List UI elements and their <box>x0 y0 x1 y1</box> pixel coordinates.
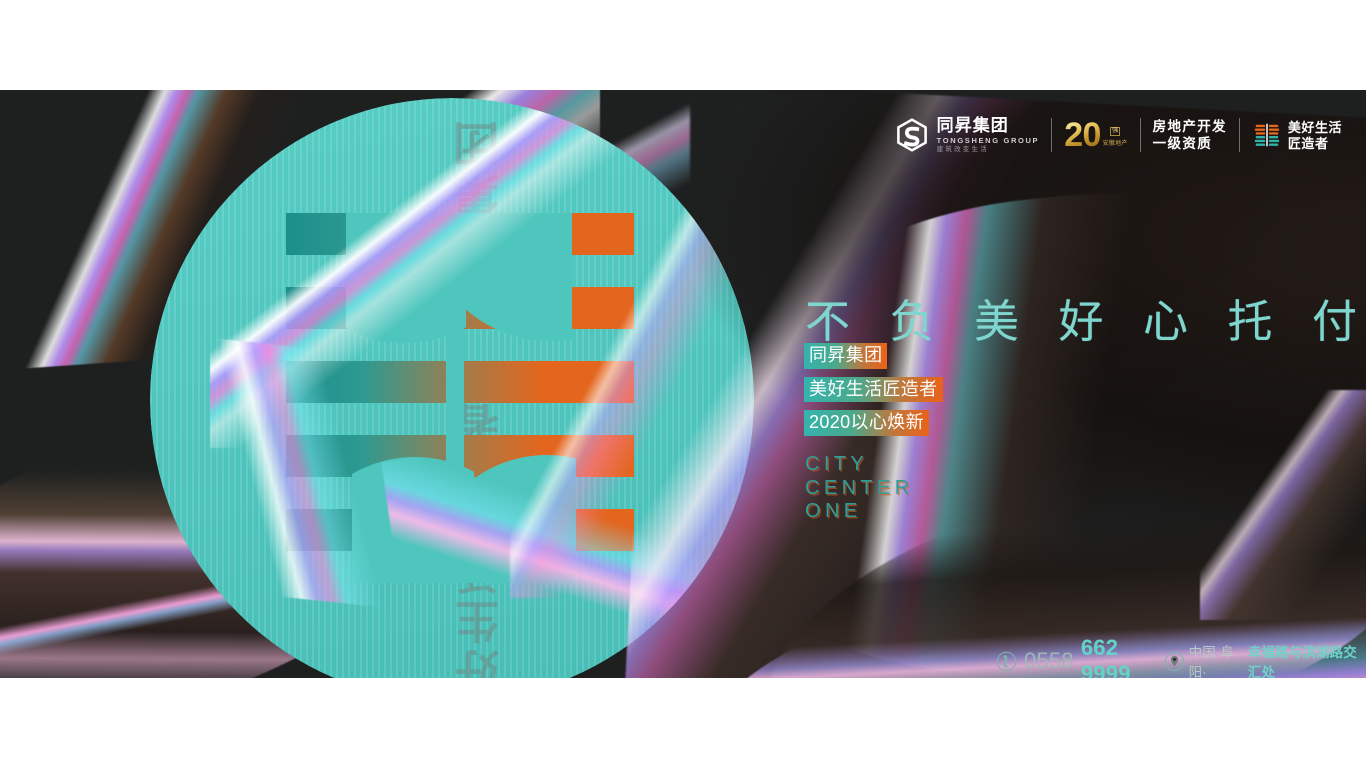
poster-canvas: 同昇集团 美好生活匠造者 <box>0 90 1366 678</box>
qualification-line-2: 一级资质 <box>1152 136 1213 151</box>
iridescent-ribbon-far-right <box>1200 390 1366 620</box>
butterfly-mark-icon <box>1254 123 1280 147</box>
anniversary-badge: 20 强 安徽地产 <box>1064 115 1128 154</box>
hero-circle: 同昇集团 美好生活匠造者 <box>150 98 754 678</box>
company-logo: 同昇集团 TONGSHENG GROUP 建筑改变生活 <box>895 117 1040 154</box>
life-brand-line-2: 匠造者 <box>1287 135 1329 151</box>
company-logo-text: 同昇集团 TONGSHENG GROUP 建筑改变生活 <box>937 117 1040 154</box>
anniversary-caption: 安徽地产 <box>1102 141 1128 148</box>
brand-bar-divider-2 <box>1139 118 1141 152</box>
life-brand-line-1: 美好生活 <box>1287 119 1342 135</box>
tagline-3: 2020以心焕新 <box>804 410 929 437</box>
anniversary-number: 20 <box>1064 115 1101 154</box>
address-group: 中国·阜阳· 幸福路与滨湖路交汇处 <box>1164 641 1366 678</box>
iridescent-ribbon-right-arc <box>667 165 1366 678</box>
brand-bar-divider-1 <box>1051 118 1053 152</box>
qualification-line-1: 房地产开发 <box>1152 118 1227 134</box>
tagline-1: 同昇集团 <box>804 343 888 369</box>
address-prefix: 中国·阜阳· <box>1188 645 1235 678</box>
tagline-2: 美好生活匠造者 <box>804 376 943 403</box>
anniversary-badge-label: 强 <box>1110 126 1121 137</box>
phone-group: 0558 662 9999 <box>996 635 1154 678</box>
qualification-block: 房地产开发 一级资质 <box>1152 118 1227 151</box>
brand-bar-divider-3 <box>1238 118 1240 152</box>
project-name-line-1: CITY <box>805 453 869 475</box>
phone-circle-icon <box>996 651 1017 671</box>
project-name-line-3: ONE <box>805 500 862 523</box>
phone-number: 662 9999 <box>1080 635 1131 678</box>
company-slogan: 建筑改变生活 <box>936 146 989 153</box>
brand-bar: 同昇集团 TONGSHENG GROUP 建筑改变生活 20 强 安徽地产 房地… <box>895 110 1342 160</box>
deconstructed-mei-glyph <box>286 213 634 583</box>
company-name-cn: 同昇集团 <box>936 115 1009 135</box>
address-main: 幸福路与滨湖路交汇处 <box>1247 645 1357 678</box>
top-white-band <box>0 0 1366 90</box>
anniversary-caption-group: 强 安徽地产 <box>1102 126 1128 151</box>
project-name: CITY CENTER ONE <box>805 453 914 524</box>
tagline-group: 同昇集团 美好生活匠造者 2020以心焕新 <box>804 343 943 437</box>
headline: 不 负 美 好 心 托 付 <box>805 296 1366 347</box>
life-brand-text: 美好生活 匠造者 <box>1288 121 1342 150</box>
bottom-white-band <box>0 678 1366 769</box>
phone-prefix: 0558 <box>1024 648 1074 673</box>
map-pin-icon <box>1164 651 1184 671</box>
contact-bar: 0558 662 9999 中国·阜阳· 幸福路与滨湖路交汇处 <box>996 635 1366 678</box>
project-name-line-2: CENTER <box>805 476 914 499</box>
company-name-en: TONGSHENG GROUP <box>936 135 1040 145</box>
life-brand-block: 美好生活 匠造者 <box>1252 120 1342 150</box>
tongsheng-s-hexagon-mark-icon <box>896 118 927 152</box>
